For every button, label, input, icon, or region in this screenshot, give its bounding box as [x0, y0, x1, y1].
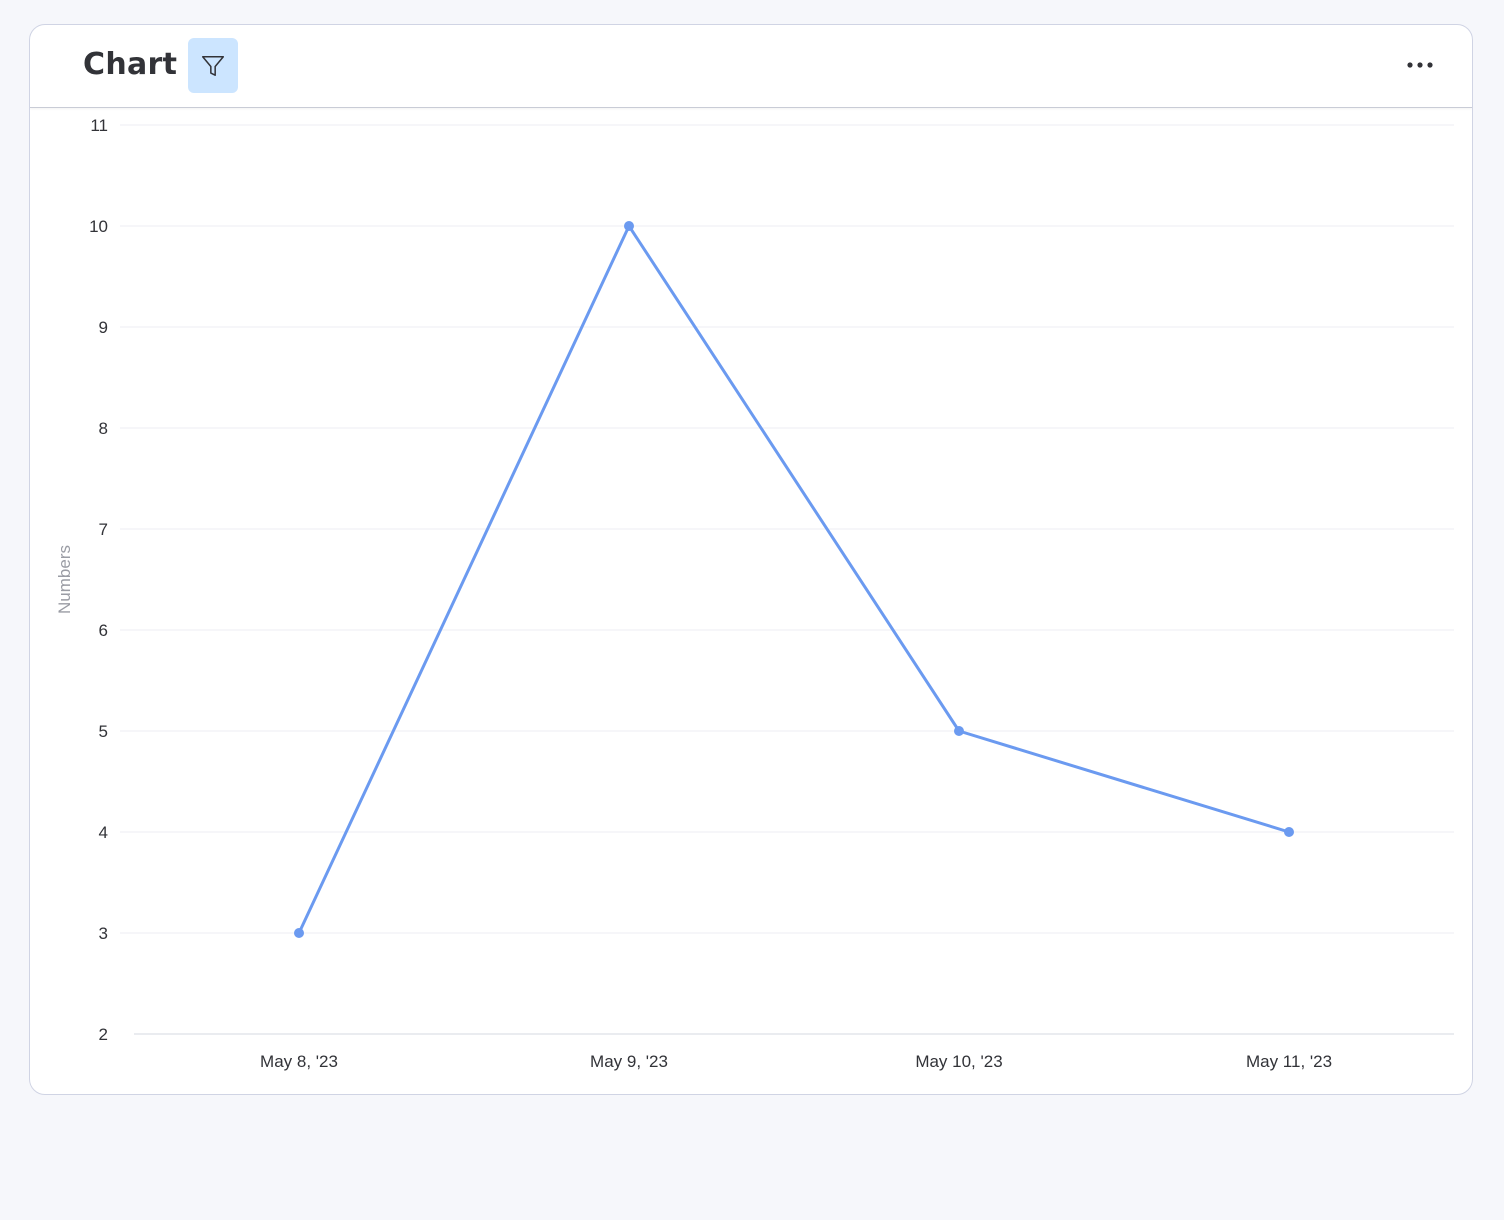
- filter-button[interactable]: [188, 38, 238, 93]
- x-tick-label: May 8, '23: [260, 1052, 338, 1071]
- widget-header: Chart: [30, 25, 1472, 108]
- x-tick-label: May 9, '23: [590, 1052, 668, 1071]
- y-axis-title: Numbers: [55, 545, 74, 614]
- filter-icon: [201, 55, 225, 76]
- y-tick-label: 5: [99, 722, 108, 741]
- series-line: [297, 224, 1291, 935]
- more-horizontal-icon: [1407, 62, 1433, 68]
- y-tick-label: 2: [99, 1025, 108, 1044]
- y-tick-label: 9: [99, 318, 108, 337]
- y-tick-label: 8: [99, 419, 108, 438]
- y-tick-label: 11: [90, 116, 108, 135]
- more-options-button[interactable]: [1398, 47, 1442, 83]
- data-point: [954, 726, 964, 736]
- x-tick-label: May 11, '23: [1246, 1052, 1332, 1071]
- y-tick-label: 7: [99, 520, 108, 539]
- chart-widget: 2 3 4 5 6 7 8 9 10 11 Numbers May 8, '23 May 9, '23 M…: [29, 24, 1473, 1095]
- chart-area: 2 3 4 5 6 7 8 9 10 11 Numbers May 8, '23 May 9, '23 M…: [30, 25, 1472, 1094]
- line-chart: 2 3 4 5 6 7 8 9 10 11 Numbers May 8, '23 May 9, '23 M…: [55, 116, 1454, 1071]
- y-tick-label: 3: [99, 924, 108, 943]
- widget-title: Chart: [83, 47, 178, 82]
- data-point: [624, 221, 634, 231]
- y-tick-label: 4: [99, 823, 108, 842]
- data-point: [1284, 827, 1294, 837]
- data-point: [294, 928, 304, 938]
- x-tick-label: May 10, '23: [915, 1052, 1002, 1071]
- y-tick-label: 10: [89, 217, 108, 236]
- y-tick-label: 6: [99, 621, 108, 640]
